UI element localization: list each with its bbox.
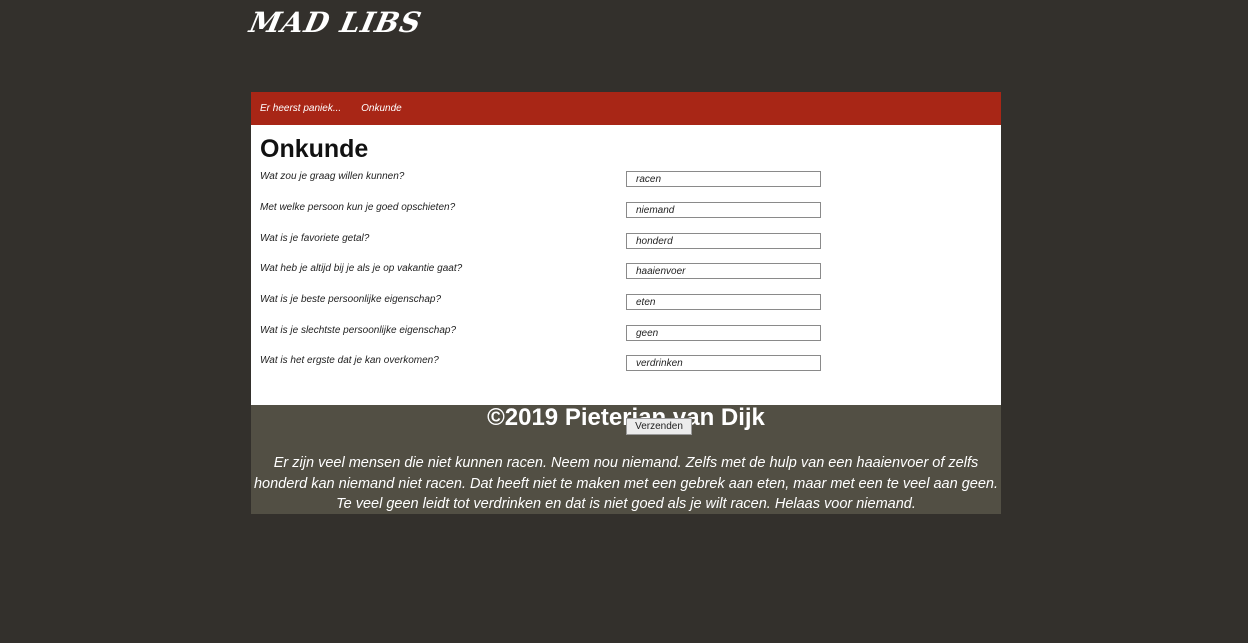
question-label: Wat is je favoriete getal?: [260, 233, 370, 244]
question-label: Wat is het ergste dat je kan overkomen?: [260, 355, 439, 366]
question-label: Wat heb je altijd bij je als je op vakan…: [260, 263, 463, 274]
question-label: Wat is je beste persoonlijke eigenschap?: [260, 294, 442, 305]
answer-input[interactable]: [626, 233, 821, 249]
submit-button[interactable]: Verzenden: [626, 418, 692, 435]
top-nav: Er heerst paniek... Onkunde: [251, 92, 1001, 125]
nav-item-onkunde[interactable]: Onkunde: [361, 103, 402, 114]
site-logo: MAD LIBS: [246, 6, 425, 39]
answer-input[interactable]: [626, 325, 821, 341]
answer-input[interactable]: [626, 171, 821, 187]
question-row: Wat is je favoriete getal?: [260, 233, 1000, 253]
question-row: Wat is je slechtste persoonlijke eigensc…: [260, 325, 1000, 345]
page-title: Onkunde: [260, 135, 369, 163]
answer-input[interactable]: [626, 294, 821, 310]
question-label: Wat is je slechtste persoonlijke eigensc…: [260, 325, 457, 336]
question-row: Wat is het ergste dat je kan overkomen?: [260, 355, 1000, 375]
page-container: Er heerst paniek... Onkunde Onkunde Wat …: [251, 92, 1001, 514]
question-row: Wat heb je altijd bij je als je op vakan…: [260, 263, 1000, 283]
question-label: Met welke persoon kun je goed opschieten…: [260, 202, 456, 213]
answer-input[interactable]: [626, 355, 821, 371]
question-label: Wat zou je graag willen kunnen?: [260, 171, 405, 182]
answer-input[interactable]: [626, 263, 821, 279]
answer-input[interactable]: [626, 202, 821, 218]
madlib-form: Onkunde Wat zou je graag willen kunnen? …: [251, 125, 1001, 435]
madlib-story: Er zijn veel mensen die niet kunnen race…: [253, 455, 998, 512]
nav-item-er-heerst-paniek[interactable]: Er heerst paniek...: [260, 103, 341, 114]
question-row: Wat is je beste persoonlijke eigenschap?: [260, 294, 1000, 314]
question-row: Met welke persoon kun je goed opschieten…: [260, 202, 1000, 222]
question-row: Wat zou je graag willen kunnen?: [260, 171, 1000, 191]
